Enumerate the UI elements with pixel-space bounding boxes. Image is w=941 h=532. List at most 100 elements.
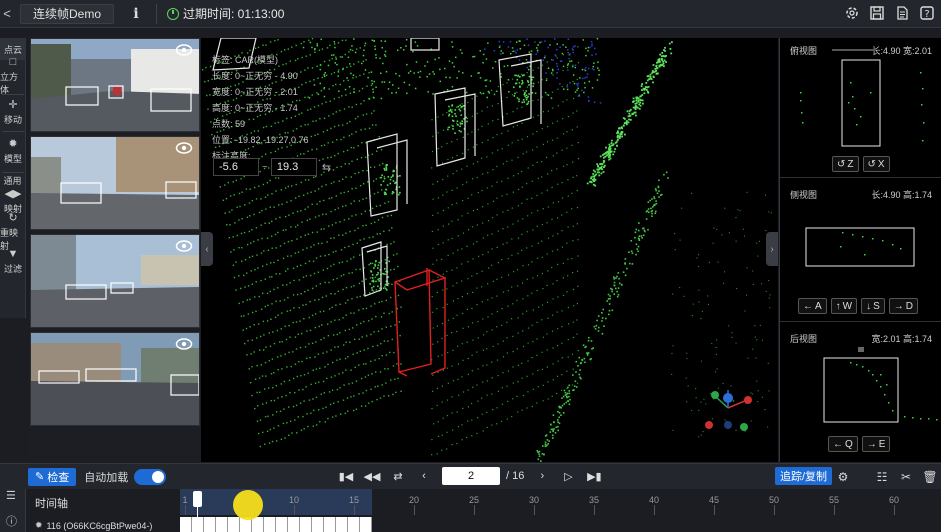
tick-mark [594, 505, 595, 515]
frame-cell[interactable] [252, 517, 264, 532]
frame-cell[interactable] [360, 517, 372, 532]
play-icon[interactable]: ▷ [560, 467, 576, 485]
height-max-input[interactable]: 19.3 [270, 158, 317, 176]
frame-cell[interactable] [276, 517, 288, 532]
tick-label: 55 [828, 495, 840, 505]
collapse-left-button[interactable]: ‹ [201, 232, 213, 266]
divider [1, 131, 24, 132]
loop-icon[interactable]: ⇄ [390, 467, 406, 485]
tick-mark [185, 505, 186, 515]
view-slider[interactable] [832, 49, 876, 51]
check-button[interactable]: ✎ 检查 [28, 467, 77, 486]
back-view[interactable]: 后视图 宽:2.01 高:1.74 ← Q → E [780, 326, 941, 462]
frame-total: / 16 [506, 470, 525, 482]
height-min-input[interactable]: -5.6 [213, 158, 259, 176]
frame-number-input[interactable]: 2 [442, 467, 500, 485]
collapse-right-button[interactable]: › [766, 232, 778, 266]
frame-cell[interactable] [312, 517, 324, 532]
hierarchy-icon[interactable]: ☷ [873, 468, 891, 486]
mapping-icon: ◀▶ [4, 188, 22, 200]
tick-label: 1 [182, 495, 188, 505]
frame-cell[interactable] [204, 517, 216, 532]
move-d-button[interactable]: → D [888, 298, 919, 314]
frame-cell[interactable] [300, 517, 312, 532]
frame-cell[interactable] [288, 517, 300, 532]
frame-cell[interactable] [180, 517, 192, 532]
swap-icon[interactable]: ⇆ [322, 161, 331, 174]
bbox [510, 59, 542, 124]
tick-label: 15 [348, 495, 360, 505]
visibility-eye-icon[interactable] [175, 141, 193, 155]
help-icon[interactable]: ? [917, 3, 937, 23]
frame-cell[interactable] [348, 517, 360, 532]
scissors-icon[interactable]: ✂ [897, 468, 915, 486]
selected-box [394, 268, 446, 377]
filter-icon: ▼ [7, 248, 19, 260]
top-actions: ? [842, 3, 937, 23]
camera-view-4[interactable] [30, 332, 200, 426]
rewind-icon[interactable]: ◀◀ [364, 467, 381, 485]
top-view[interactable]: 俯视图 长:4.90 宽:2.01 ↺ Z ↺ X [780, 38, 941, 178]
document-icon[interactable] [892, 3, 912, 23]
tool-model[interactable]: ✹ 模型 [0, 134, 26, 170]
settings-icon[interactable]: ⚙ [834, 468, 852, 486]
info-icon[interactable]: i [128, 4, 144, 24]
rotate-e-button[interactable]: → E [861, 436, 891, 452]
frame-cell[interactable] [228, 517, 240, 532]
tick-label: 25 [468, 495, 480, 505]
track-copy-button[interactable]: 追踪/复制 [775, 467, 833, 485]
side-view[interactable]: 侧视图 长:4.90 高:1.74 ← A ↑ W ↓ S → D [780, 182, 941, 322]
tick-label: 10 [288, 495, 300, 505]
visibility-eye-icon[interactable] [175, 337, 193, 351]
top-view-buttons: ↺ Z ↺ X [832, 156, 890, 172]
info-circle-icon[interactable]: ⓘ [6, 513, 17, 529]
side-view-canvas [805, 227, 915, 267]
frame-cell[interactable] [192, 517, 204, 532]
camera-view-2[interactable] [30, 136, 200, 230]
camera-panel [30, 38, 200, 462]
move-a-button[interactable]: ← A [798, 298, 827, 314]
move-s-button[interactable]: ↓ S [861, 298, 885, 314]
clock-icon [167, 7, 180, 20]
save-icon[interactable] [867, 3, 887, 23]
rotate-q-button[interactable]: ← Q [828, 436, 858, 452]
tool-label: 立方体 [0, 71, 19, 95]
frame-cell[interactable] [264, 517, 276, 532]
point-cloud-canvas[interactable]: 标签: CAR(模型) 长度: 0~正无穷 - 4.90 宽度: 0~正无穷 -… [201, 38, 778, 462]
settings-cog-icon[interactable] [842, 3, 862, 23]
tool-cube[interactable]: □ 立方体 [0, 56, 26, 95]
tool-remap[interactable]: ↻ 重映射 [0, 212, 26, 251]
sliders-icon[interactable]: ☰ [6, 489, 16, 502]
tool-label: 过滤 [3, 264, 22, 274]
visibility-eye-icon[interactable] [175, 43, 193, 57]
prev-frame-icon[interactable]: ‹ [416, 467, 432, 485]
view-title: 侧视图 [790, 190, 818, 200]
model-icon: ✹ [35, 520, 43, 530]
view-panel: 俯视图 长:4.90 宽:2.01 ↺ Z ↺ X 侧视图 长:4.90 高:1.7… [779, 38, 941, 462]
frame-cells[interactable] [180, 517, 372, 532]
timeline-ruler[interactable]: 151015202530354045505560 [180, 489, 941, 515]
visibility-eye-icon[interactable] [175, 239, 193, 253]
first-frame-icon[interactable]: ▮◀ [338, 467, 354, 485]
tool-move[interactable]: ✛ 移动 [0, 97, 26, 129]
axis-gizmo [705, 390, 752, 431]
frame-cell[interactable] [216, 517, 228, 532]
autoload-toggle[interactable] [134, 468, 167, 485]
expiry-timer: 过期时间: 01:13:00 [167, 5, 284, 22]
info-label: 标签: CAR(模型) [212, 55, 278, 65]
camera-view-3[interactable] [30, 234, 200, 328]
next-frame-icon[interactable]: › [534, 467, 550, 485]
task-title: 连续帧Demo [20, 3, 115, 24]
last-frame-icon[interactable]: ▶▮ [586, 467, 602, 485]
trash-icon[interactable]: 🗑 [921, 468, 939, 486]
frame-cell[interactable] [324, 517, 336, 532]
camera-view-1[interactable] [30, 38, 200, 132]
move-w-button[interactable]: ↑ W [830, 298, 858, 314]
rotate-z-button[interactable]: ↺ Z [832, 156, 859, 172]
tool-filter[interactable]: ▼ 过滤 [0, 247, 26, 277]
back-icon[interactable]: < [0, 0, 14, 28]
tick-mark [414, 505, 415, 515]
rotate-x-button[interactable]: ↺ X [862, 156, 890, 172]
playhead-handle[interactable] [193, 491, 202, 507]
frame-cell[interactable] [336, 517, 348, 532]
